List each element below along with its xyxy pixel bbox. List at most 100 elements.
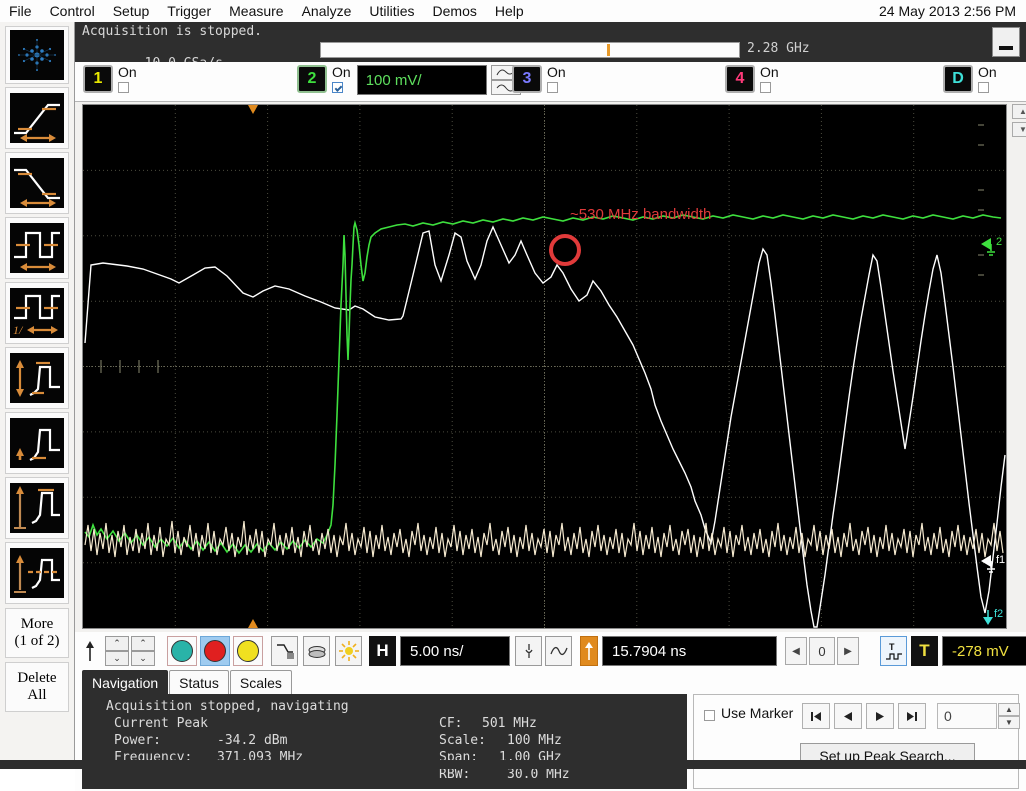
trigger-mode-button[interactable]: T (880, 636, 907, 666)
memory-position-slider[interactable] (320, 42, 740, 58)
timebase-value[interactable]: 5.00 ns/ (400, 636, 510, 666)
menu-item-file[interactable]: File (0, 2, 41, 20)
channel-2-state: On (332, 64, 351, 80)
position-up-icon[interactable] (83, 640, 97, 665)
svg-text:2: 2 (996, 236, 1002, 248)
sidebar-logo-button[interactable] (5, 26, 69, 84)
delay-value[interactable]: 15.7904 ns (602, 636, 777, 666)
digital-channel-group[interactable]: D On (943, 65, 997, 93)
marker-first-button[interactable] (802, 703, 830, 729)
segment-index[interactable]: 0 (809, 637, 835, 665)
marker-index-input[interactable]: 0 (937, 703, 997, 729)
use-marker-checkbox[interactable] (704, 710, 715, 721)
svg-text:f2: f2 (994, 608, 1003, 620)
marker-index-up-button[interactable]: ▲ (998, 703, 1020, 716)
more-button[interactable]: More (1 of 2) (5, 608, 69, 658)
marker-next-button[interactable] (866, 703, 894, 729)
sidebar-item-base[interactable] (5, 412, 69, 474)
waveform-display[interactable]: 2 f1 f2 ~530 MHz bandwidth (82, 104, 1007, 629)
channel-2-button[interactable]: 2 (297, 65, 327, 93)
grid-scroll-down-button[interactable]: ▼ (1012, 122, 1026, 137)
frequency-icon: 1/ (10, 288, 64, 338)
fine-down-button[interactable]: ⌄ (131, 651, 155, 666)
bottom-tabs: Navigation Status Scales (82, 670, 293, 695)
menu-item-setup[interactable]: Setup (104, 2, 159, 20)
cf-value: 501 MHz (482, 716, 537, 731)
channel-2-group[interactable]: 2 On 100 mV/ (297, 65, 521, 95)
infinite-persistence-button[interactable] (233, 636, 263, 666)
menu-item-measure[interactable]: Measure (220, 2, 292, 20)
memory-slider-handle[interactable] (607, 44, 610, 56)
menu-item-analyze[interactable]: Analyze (293, 2, 361, 20)
intensity-button[interactable] (335, 636, 362, 666)
channel-1-group[interactable]: 1 On (83, 65, 137, 93)
marker-prev-button[interactable] (834, 703, 862, 729)
channel-1-state: On (118, 64, 137, 80)
marker-index-down-button[interactable]: ▼ (998, 716, 1020, 729)
menu-item-trigger[interactable]: Trigger (158, 2, 220, 20)
tab-navigation[interactable]: Navigation (82, 670, 169, 695)
menu-item-control[interactable]: Control (41, 2, 104, 20)
segment-next-button[interactable]: ▶ (837, 637, 859, 665)
channel-2-scale-value[interactable]: 100 mV/ (356, 65, 487, 95)
clear-display-button[interactable] (303, 636, 330, 666)
minimize-button[interactable] (992, 27, 1020, 57)
timebase-roll-button[interactable] (545, 636, 572, 666)
channel-4-group[interactable]: 4 On (725, 65, 779, 93)
coarse-adjust-group: ⌃ ⌄ (105, 636, 129, 666)
tab-scales[interactable]: Scales (229, 670, 292, 695)
channel-3-group[interactable]: 3 On (512, 65, 566, 93)
rise-time-icon (10, 93, 64, 143)
digital-channel-button[interactable]: D (943, 65, 973, 93)
marker-last-button[interactable] (898, 703, 926, 729)
channel-1-checkbox[interactable] (118, 82, 129, 93)
channel-bar: 1 On 2 On 100 mV/ 3 On 4 On D On (75, 62, 1026, 102)
digital-channel-checkbox[interactable] (978, 82, 989, 93)
sidebar-item-rise-time[interactable] (5, 87, 69, 149)
measurement-sidebar: 1/ More (1 of 2) Delete All (0, 22, 75, 769)
rbw-value: 30.0 MHz (507, 767, 570, 782)
more-label-line1: More (20, 616, 54, 632)
coarse-up-button[interactable]: ⌃ (105, 636, 129, 651)
channel-2-checkbox[interactable] (332, 82, 343, 93)
base-level-icon (10, 418, 64, 468)
menu-item-demos[interactable]: Demos (424, 2, 486, 20)
clock-datetime: 24 May 2013 2:56 PM (879, 3, 1016, 19)
sidebar-item-average[interactable] (5, 542, 69, 604)
horizontal-scale-icon-button[interactable]: H (369, 636, 396, 666)
autoscale-button[interactable] (271, 636, 298, 666)
channel-3-checkbox[interactable] (547, 82, 558, 93)
color-grade-button[interactable] (167, 636, 197, 666)
channel-4-checkbox[interactable] (760, 82, 771, 93)
sidebar-item-peak-to-peak[interactable] (5, 477, 69, 539)
trigger-level-icon-button[interactable]: T (911, 636, 938, 666)
sidebar-item-pulse-width[interactable] (5, 217, 69, 279)
sidebar-item-amplitude[interactable] (5, 347, 69, 409)
menu-item-utilities[interactable]: Utilities (360, 2, 423, 20)
svg-text:f1: f1 (996, 554, 1005, 566)
more-label-line2: (1 of 2) (14, 633, 60, 649)
sidebar-item-frequency[interactable]: 1/ (5, 282, 69, 344)
delay-marker-icon[interactable] (580, 636, 598, 666)
scale-label: Scale: (439, 733, 486, 748)
delete-all-button[interactable]: Delete All (5, 662, 69, 712)
segment-prev-button[interactable]: ◀ (785, 637, 807, 665)
menu-item-help[interactable]: Help (486, 2, 533, 20)
tab-status[interactable]: Status (169, 670, 229, 695)
coarse-down-button[interactable]: ⌄ (105, 651, 129, 666)
sidebar-item-fall-time[interactable] (5, 152, 69, 214)
amplitude-icon (10, 353, 64, 403)
fine-up-button[interactable]: ⌃ (131, 636, 155, 651)
channel-3-button[interactable]: 3 (512, 65, 542, 93)
channel-1-button[interactable]: 1 (83, 65, 113, 93)
channel-4-button[interactable]: 4 (725, 65, 755, 93)
persistence-button[interactable] (200, 636, 230, 666)
current-peak-label: Current Peak (114, 716, 208, 731)
grid-scroll-up-button[interactable]: ▲ (1012, 104, 1026, 119)
menu-bar: File Control Setup Trigger Measure Analy… (0, 0, 1026, 23)
timebase-zoom-button[interactable] (515, 636, 542, 666)
trigger-level-value[interactable]: -278 mV (942, 636, 1026, 666)
scope-area: Acquisition is stopped. 10.0 GSa/s High … (75, 22, 1026, 791)
grid-scroll-column: ▲ ▼ (1012, 104, 1026, 629)
bottom-panel: Navigation Status Scales Acquisition sto… (75, 670, 1026, 791)
